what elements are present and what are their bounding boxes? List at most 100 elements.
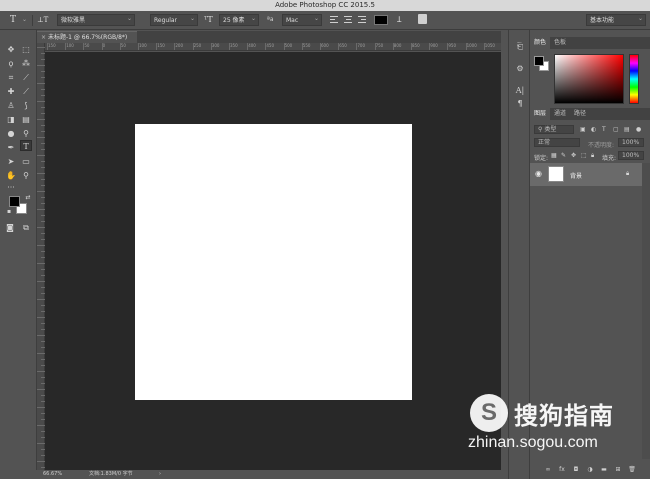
eraser-tool-icon[interactable]: ◨ xyxy=(5,114,17,125)
default-colors-icon[interactable]: ▪ xyxy=(3,206,15,217)
rectangle-tool-icon[interactable]: ▭ xyxy=(20,156,32,167)
clone-stamp-tool-icon[interactable]: ♙ xyxy=(5,100,17,111)
magic-wand-tool-icon[interactable]: ⁂ xyxy=(20,58,32,69)
add-mask-icon[interactable]: ◘ xyxy=(572,466,580,474)
delete-layer-icon[interactable]: 🗑︎ xyxy=(628,466,636,474)
document-tab-label: 未标题-1 @ 66.7%(RGB/8*) xyxy=(47,34,128,41)
text-orientation-icon[interactable]: ⊥T xyxy=(37,14,48,26)
ruler-tick xyxy=(37,137,45,138)
history-brush-tool-icon[interactable]: ⟆ xyxy=(20,100,32,111)
layer-visibility-eye-icon[interactable]: ◉ xyxy=(535,169,542,178)
lasso-tool-icon[interactable]: ϙ xyxy=(5,58,17,69)
color-spectrum-picker[interactable] xyxy=(554,54,624,104)
lock-pixels-icon[interactable]: ▦ xyxy=(551,152,557,159)
healing-brush-tool-icon[interactable]: ✚ xyxy=(5,86,17,97)
hand-tool-icon[interactable]: ✋ xyxy=(5,170,17,181)
ruler-label: 650 xyxy=(339,43,347,48)
status-menu-chevron-icon[interactable]: › xyxy=(159,470,161,479)
tab-color[interactable]: 颜色 xyxy=(530,37,551,49)
blend-mode-value: 正常 xyxy=(538,139,551,146)
filter-adjustment-icon[interactable]: ◐ xyxy=(591,126,596,133)
filter-shape-icon[interactable]: ▢ xyxy=(613,126,619,133)
lock-image-icon[interactable]: ✎ xyxy=(561,152,566,159)
align-right-icon[interactable] xyxy=(358,16,366,24)
ruler-tick xyxy=(37,263,45,264)
lock-artboard-icon[interactable]: ⬚ xyxy=(581,152,587,159)
align-left-icon[interactable] xyxy=(330,16,338,24)
tab-layers[interactable]: 图层 xyxy=(530,108,551,120)
eyedropper-tool-icon[interactable]: ⟋ xyxy=(20,72,32,83)
warp-text-icon[interactable]: Ʇ xyxy=(397,14,401,26)
antialias-select[interactable]: Mac xyxy=(282,13,322,26)
ruler-tick xyxy=(37,371,45,372)
horizontal-ruler: 150 100 50 0 50 100 150 200 250 300 350 400 450 500 55… xyxy=(45,43,501,51)
filter-pixel-icon[interactable]: ▣ xyxy=(580,126,586,133)
new-layer-icon[interactable]: ⊞ xyxy=(614,466,622,474)
path-selection-tool-icon[interactable]: ➤ xyxy=(5,156,17,167)
ruler-label: 400 xyxy=(248,43,256,48)
pen-tool-icon[interactable]: ✒ xyxy=(5,142,17,153)
window-title-bar: Adobe Photoshop CC 2015.5 xyxy=(0,0,650,11)
workspace-select[interactable]: 基本功能 xyxy=(586,13,646,26)
ruler-label: 950 xyxy=(448,43,457,48)
filter-toggle-icon[interactable]: ● xyxy=(636,126,641,133)
lock-all-icon[interactable]: 🔒︎ xyxy=(591,152,594,160)
fill-field[interactable]: 100% xyxy=(618,151,644,160)
foreground-color-swatch[interactable] xyxy=(9,196,20,207)
more-tools-icon[interactable]: ··· xyxy=(5,182,17,193)
zoom-tool-icon[interactable]: ⚲ xyxy=(20,170,32,181)
ruler-tick xyxy=(37,47,45,48)
layer-filter-select[interactable]: ⚲ 类型 xyxy=(534,125,574,134)
gradient-tool-icon[interactable]: ▤ xyxy=(20,114,32,125)
blur-tool-icon[interactable]: ● xyxy=(5,128,17,139)
quick-mask-icon[interactable]: ◙ xyxy=(4,222,16,233)
type-tool-icon[interactable]: T xyxy=(10,14,16,26)
ruler-label: 100 xyxy=(66,43,74,48)
opacity-field[interactable]: 100% xyxy=(618,138,644,147)
layer-row[interactable]: ◉ 背景 🔒︎ xyxy=(530,163,642,186)
tool-preset-chevron-icon[interactable]: ⌄ xyxy=(22,14,27,26)
text-color-swatch[interactable] xyxy=(374,15,388,25)
color-panel-foreground[interactable] xyxy=(534,56,544,66)
paragraph-panel-icon[interactable]: ¶ xyxy=(515,99,525,109)
layer-lock-icon: 🔒︎ xyxy=(626,170,630,177)
link-layers-icon[interactable]: ∞ xyxy=(544,466,552,474)
lock-label: 锁定: xyxy=(534,155,549,162)
ruler-tick xyxy=(37,173,45,174)
font-style-select[interactable]: Regular xyxy=(150,13,198,26)
font-family-select[interactable]: 微软雅黑 xyxy=(57,13,135,26)
tab-paths[interactable]: 路径 xyxy=(570,108,590,120)
marquee-tool-icon[interactable]: ⬚ xyxy=(20,44,32,55)
close-tab-icon[interactable]: × xyxy=(41,34,46,41)
tab-channels[interactable]: 通道 xyxy=(550,108,570,120)
font-size-select[interactable]: 25 像素 xyxy=(219,13,259,26)
move-tool-icon[interactable]: ✥ xyxy=(5,44,17,55)
document-canvas[interactable] xyxy=(135,124,412,400)
ruler-label: 100 xyxy=(139,43,147,48)
dodge-tool-icon[interactable]: ⚲ xyxy=(20,128,32,139)
crop-tool-icon[interactable]: ⌗ xyxy=(5,72,17,83)
new-group-icon[interactable]: ▬ xyxy=(600,466,608,474)
brush-tool-icon[interactable]: ⟋ xyxy=(20,86,32,97)
lock-position-icon[interactable]: ✥ xyxy=(571,152,576,159)
filter-type-icon[interactable]: T xyxy=(602,126,606,133)
screen-mode-icon[interactable]: ⧉ xyxy=(20,222,32,233)
blend-mode-select[interactable]: 正常 xyxy=(534,138,580,147)
align-center-icon[interactable] xyxy=(344,16,352,24)
swap-colors-icon[interactable]: ⇄ xyxy=(22,192,34,203)
character-panel-icon[interactable] xyxy=(418,14,427,24)
properties-panel-icon[interactable]: ⚙ xyxy=(515,64,525,74)
adjustment-layer-icon[interactable]: ◑ xyxy=(586,466,594,474)
canvas-workspace[interactable] xyxy=(45,52,501,470)
document-tab[interactable]: × 未标题-1 @ 66.7%(RGB/8*) xyxy=(37,31,137,43)
history-panel-icon[interactable]: ⎗ xyxy=(515,42,525,52)
character-panel-strip-icon[interactable]: A| xyxy=(515,86,525,96)
zoom-level[interactable]: 66.67% xyxy=(43,470,62,479)
type-tool-button-icon[interactable]: T xyxy=(20,140,32,151)
layer-style-icon[interactable]: fx xyxy=(558,466,566,474)
filter-smart-object-icon[interactable]: ▤ xyxy=(624,126,630,133)
layer-name[interactable]: 背景 xyxy=(570,171,582,180)
tab-swatches[interactable]: 色板 xyxy=(550,37,570,49)
hue-slider[interactable] xyxy=(629,54,639,104)
font-family-value: 微软雅黑 xyxy=(61,17,86,24)
